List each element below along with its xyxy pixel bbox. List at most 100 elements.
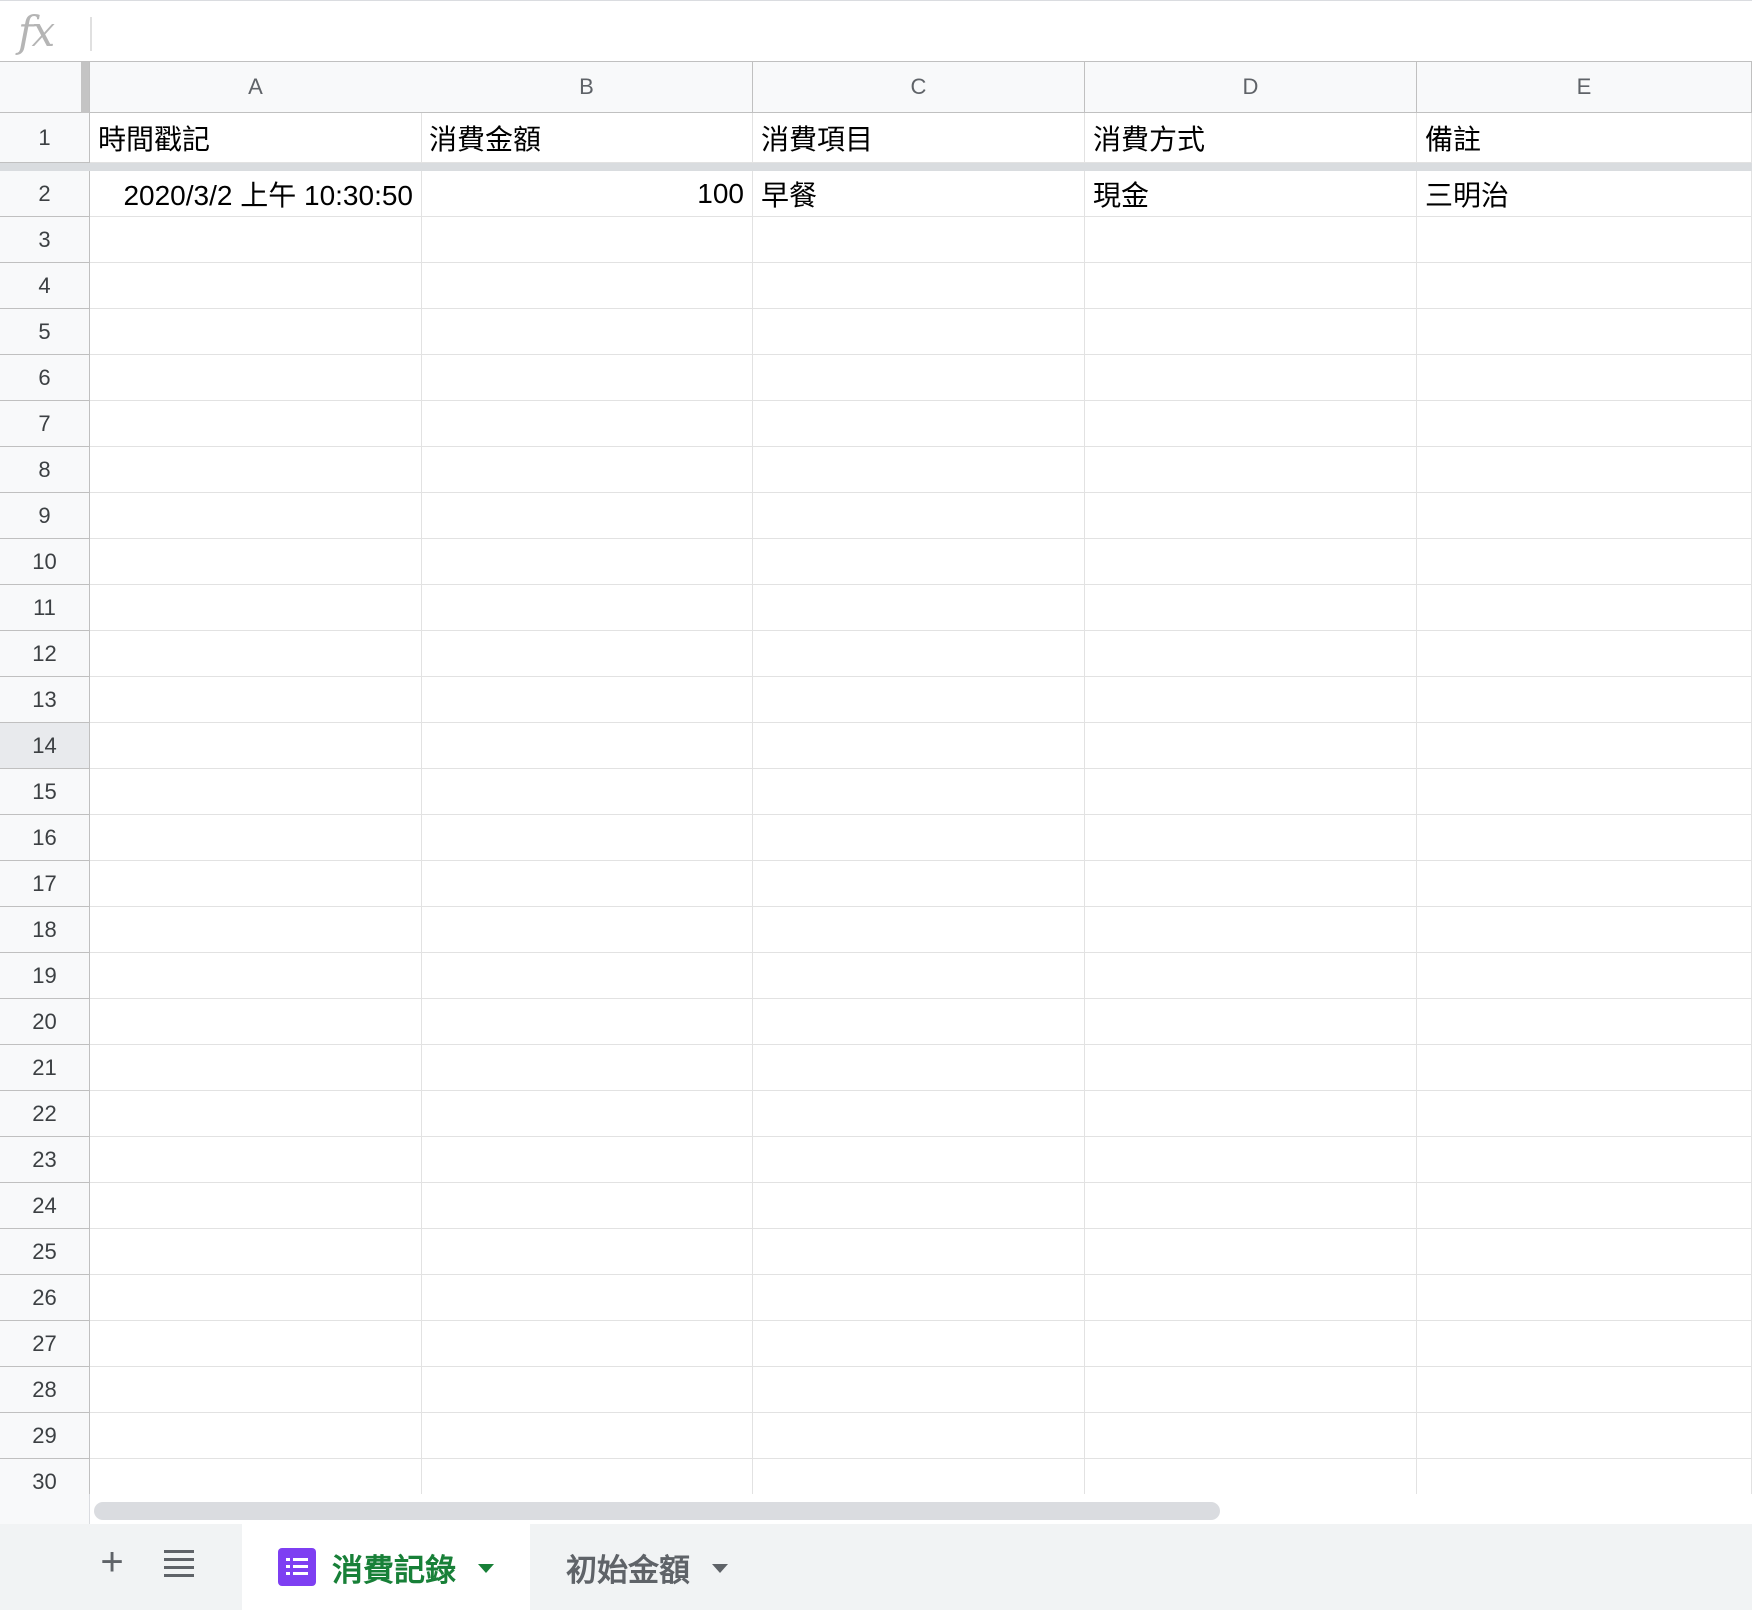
cell-a9[interactable] xyxy=(90,493,422,539)
cell-b10[interactable] xyxy=(421,539,753,585)
cell-d6[interactable] xyxy=(1085,355,1417,401)
row-header-1[interactable]: 1 xyxy=(0,113,90,163)
cell-d8[interactable] xyxy=(1085,447,1417,493)
cell-a8[interactable] xyxy=(90,447,422,493)
cell-e21[interactable] xyxy=(1417,1045,1752,1091)
cell-e22[interactable] xyxy=(1417,1091,1752,1137)
cell-a3[interactable] xyxy=(90,217,422,263)
cell-e27[interactable] xyxy=(1417,1321,1752,1367)
row-header-8[interactable]: 8 xyxy=(0,447,90,493)
cell-b4[interactable] xyxy=(421,263,753,309)
row-header-24[interactable]: 24 xyxy=(0,1183,90,1229)
cell-b2[interactable]: 100 xyxy=(421,171,753,217)
cell-c22[interactable] xyxy=(753,1091,1085,1137)
cell-c14[interactable] xyxy=(753,723,1085,769)
row-header-27[interactable]: 27 xyxy=(0,1321,90,1367)
chevron-down-icon[interactable] xyxy=(712,1563,728,1573)
row-header-23[interactable]: 23 xyxy=(0,1137,90,1183)
cell-e20[interactable] xyxy=(1417,999,1752,1045)
cell-b7[interactable] xyxy=(421,401,753,447)
row-header-19[interactable]: 19 xyxy=(0,953,90,999)
cell-a24[interactable] xyxy=(90,1183,422,1229)
cell-c25[interactable] xyxy=(753,1229,1085,1275)
cell-e5[interactable] xyxy=(1417,309,1752,355)
cell-c1[interactable]: 消費項目 xyxy=(753,113,1085,163)
cell-b9[interactable] xyxy=(421,493,753,539)
cell-a27[interactable] xyxy=(90,1321,422,1367)
column-header-c[interactable]: C xyxy=(753,61,1085,113)
cell-e12[interactable] xyxy=(1417,631,1752,677)
cell-c7[interactable] xyxy=(753,401,1085,447)
cell-d20[interactable] xyxy=(1085,999,1417,1045)
cell-a29[interactable] xyxy=(90,1413,422,1459)
cell-b28[interactable] xyxy=(421,1367,753,1413)
cell-b12[interactable] xyxy=(421,631,753,677)
cell-e2[interactable]: 三明治 xyxy=(1417,171,1752,217)
cell-d19[interactable] xyxy=(1085,953,1417,999)
row-header-11[interactable]: 11 xyxy=(0,585,90,631)
frozen-row-divider[interactable] xyxy=(0,163,1752,171)
cell-d26[interactable] xyxy=(1085,1275,1417,1321)
cell-b29[interactable] xyxy=(421,1413,753,1459)
row-header-2[interactable]: 2 xyxy=(0,171,90,217)
row-header-25[interactable]: 25 xyxy=(0,1229,90,1275)
cell-c20[interactable] xyxy=(753,999,1085,1045)
cell-c29[interactable] xyxy=(753,1413,1085,1459)
cell-e23[interactable] xyxy=(1417,1137,1752,1183)
cell-c18[interactable] xyxy=(753,907,1085,953)
cell-e18[interactable] xyxy=(1417,907,1752,953)
cell-b3[interactable] xyxy=(421,217,753,263)
row-header-12[interactable]: 12 xyxy=(0,631,90,677)
add-sheet-button[interactable]: + xyxy=(96,1542,128,1582)
cell-c12[interactable] xyxy=(753,631,1085,677)
row-header-16[interactable]: 16 xyxy=(0,815,90,861)
cell-a18[interactable] xyxy=(90,907,422,953)
cell-d1[interactable]: 消費方式 xyxy=(1085,113,1417,163)
cell-e6[interactable] xyxy=(1417,355,1752,401)
cell-b16[interactable] xyxy=(421,815,753,861)
cell-b6[interactable] xyxy=(421,355,753,401)
cell-a26[interactable] xyxy=(90,1275,422,1321)
cell-c10[interactable] xyxy=(753,539,1085,585)
cell-d28[interactable] xyxy=(1085,1367,1417,1413)
row-header-14[interactable]: 14 xyxy=(0,723,90,769)
cell-e29[interactable] xyxy=(1417,1413,1752,1459)
cell-d17[interactable] xyxy=(1085,861,1417,907)
cell-d9[interactable] xyxy=(1085,493,1417,539)
cell-d23[interactable] xyxy=(1085,1137,1417,1183)
cell-e9[interactable] xyxy=(1417,493,1752,539)
cell-c13[interactable] xyxy=(753,677,1085,723)
cell-a7[interactable] xyxy=(90,401,422,447)
cell-c5[interactable] xyxy=(753,309,1085,355)
cell-b20[interactable] xyxy=(421,999,753,1045)
cell-e28[interactable] xyxy=(1417,1367,1752,1413)
cell-d3[interactable] xyxy=(1085,217,1417,263)
cell-b8[interactable] xyxy=(421,447,753,493)
cell-a23[interactable] xyxy=(90,1137,422,1183)
cell-b23[interactable] xyxy=(421,1137,753,1183)
cell-c19[interactable] xyxy=(753,953,1085,999)
cell-d29[interactable] xyxy=(1085,1413,1417,1459)
cell-b11[interactable] xyxy=(421,585,753,631)
cell-a2[interactable]: 2020/3/2 上午 10:30:50 xyxy=(90,171,422,217)
cell-b25[interactable] xyxy=(421,1229,753,1275)
row-header-6[interactable]: 6 xyxy=(0,355,90,401)
cell-a25[interactable] xyxy=(90,1229,422,1275)
cell-d10[interactable] xyxy=(1085,539,1417,585)
cell-c3[interactable] xyxy=(753,217,1085,263)
cell-e15[interactable] xyxy=(1417,769,1752,815)
cell-a15[interactable] xyxy=(90,769,422,815)
cell-d13[interactable] xyxy=(1085,677,1417,723)
cell-a10[interactable] xyxy=(90,539,422,585)
cell-e7[interactable] xyxy=(1417,401,1752,447)
cell-c6[interactable] xyxy=(753,355,1085,401)
cell-a4[interactable] xyxy=(90,263,422,309)
all-sheets-menu-icon[interactable] xyxy=(164,1550,194,1578)
cell-b24[interactable] xyxy=(421,1183,753,1229)
cell-e3[interactable] xyxy=(1417,217,1752,263)
cell-a1[interactable]: 時間戳記 xyxy=(90,113,422,163)
cell-e8[interactable] xyxy=(1417,447,1752,493)
cell-b1[interactable]: 消費金額 xyxy=(421,113,753,163)
cell-a20[interactable] xyxy=(90,999,422,1045)
cell-d16[interactable] xyxy=(1085,815,1417,861)
